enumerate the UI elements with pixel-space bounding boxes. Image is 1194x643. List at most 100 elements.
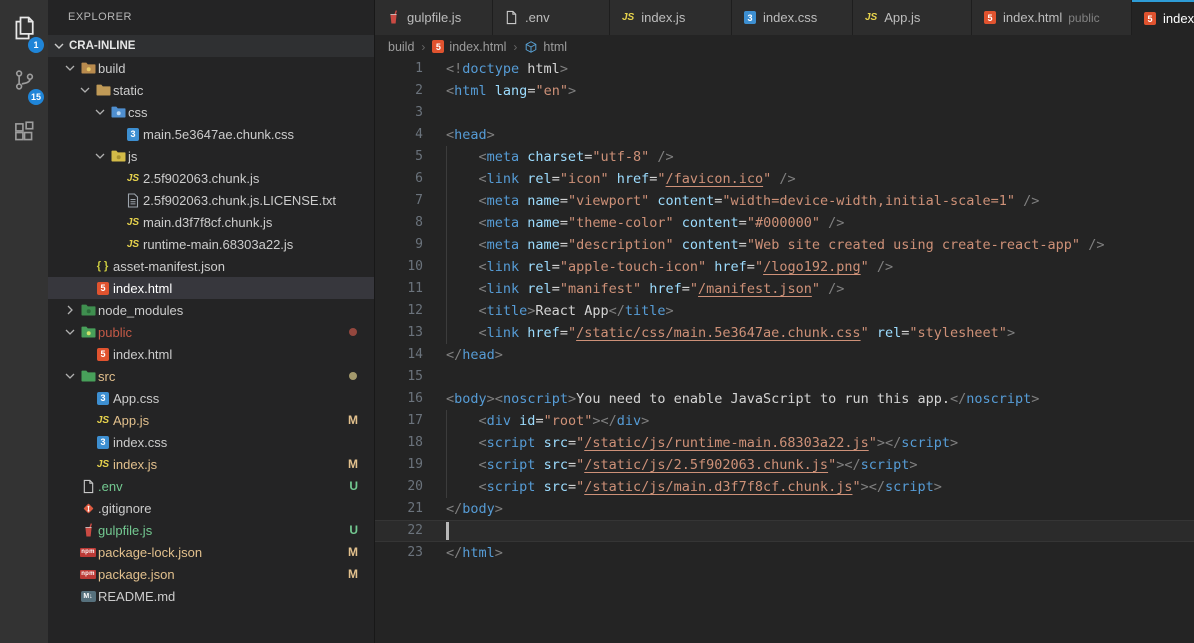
code-line-14[interactable]: 14</head> [375,344,1194,366]
tree-item-gulpfile.js[interactable]: gulpfile.jsU [48,519,374,541]
tab-app.js[interactable]: JSApp.js [853,0,972,35]
code-line-15[interactable]: 15 [375,366,1194,388]
code-editor[interactable]: 1<!doctype html>2<html lang="en">34<head… [375,58,1194,643]
tree-item-index.html[interactable]: 5index.html [48,343,374,365]
code-line-6[interactable]: 6 <link rel="icon" href="/favicon.ico" /… [375,168,1194,190]
tab-index.html[interactable]: 5index.htmlpublic [972,0,1132,35]
indent-guide [446,146,447,168]
tree-item-label: App.css [113,391,193,406]
tree-item-public[interactable]: public [48,321,374,343]
indent-guide [446,234,447,256]
chevron-down-icon [92,148,108,164]
src-folder-icon [78,368,98,384]
code-line-20[interactable]: 20 <script src="/static/js/main.d3f7f8cf… [375,476,1194,498]
code-line-22[interactable]: 22 [375,520,1194,542]
tree-item-css[interactable]: css [48,101,374,123]
code-line-8[interactable]: 8 <meta name="theme-color" content="#000… [375,212,1194,234]
js-icon: JS [123,173,143,184]
code-line-18[interactable]: 18 <script src="/static/js/runtime-main.… [375,432,1194,454]
code-line-7[interactable]: 7 <meta name="viewport" content="width=d… [375,190,1194,212]
extensions-activity-button[interactable] [0,108,48,160]
breadcrumb-item-index.html[interactable]: 5index.html [432,40,506,54]
code-line-5[interactable]: 5 <meta charset="utf-8" /> [375,146,1194,168]
code-line-12[interactable]: 12 <title>React App</title> [375,300,1194,322]
source-control-activity-button[interactable]: 15 [0,56,48,108]
tab-label: gulpfile.js [407,10,461,25]
tab-index[interactable]: 5index [1132,0,1194,35]
tree-item-app.js[interactable]: JSApp.jsM [48,409,374,431]
tree-item-index.css[interactable]: 3index.css [48,431,374,453]
chevron-down-icon [62,368,78,384]
tree-item-2.5f902063.chunk.js.license.txt[interactable]: 2.5f902063.chunk.js.LICENSE.txt [48,189,374,211]
code-line-11[interactable]: 11 <link rel="manifest" href="/manifest.… [375,278,1194,300]
line-number: 16 [375,388,423,410]
tree-item-2.5f902063.chunk.js[interactable]: JS2.5f902063.chunk.js [48,167,374,189]
tree-item-asset-manifest.json[interactable]: { }asset-manifest.json [48,255,374,277]
code-line-17[interactable]: 17 <div id="root"></div> [375,410,1194,432]
tree-item-label: gulpfile.js [98,523,186,538]
tree-item-package.json[interactable]: npmpackage.jsonM [48,563,374,585]
git-status-badge: M [348,457,358,471]
npm-icon: npm [78,570,98,579]
tree-item-.env[interactable]: .envU [48,475,374,497]
tree-item-label: index.js [113,457,191,472]
tab-folder-hint: public [1068,11,1099,25]
code-line-3[interactable]: 3 [375,102,1194,124]
indent-guide [446,300,447,322]
tree-item-main.5e3647ae.chunk.css[interactable]: 3main.5e3647ae.chunk.css [48,123,374,145]
project-root-label: CRA-INLINE [69,40,135,52]
tree-item-.gitignore[interactable]: .gitignore [48,497,374,519]
git-status-badge: M [348,413,358,427]
breadcrumb-item-build[interactable]: build [388,40,414,54]
tab-index.js[interactable]: JSindex.js [610,0,732,35]
indent-guide [446,190,447,212]
tree-item-label: css [128,105,182,120]
code-line-10[interactable]: 10 <link rel="apple-touch-icon" href="/l… [375,256,1194,278]
code-line-2[interactable]: 2<html lang="en"> [375,80,1194,102]
code-line-text [423,102,446,124]
tree-item-main.d3f7f8cf.chunk.js[interactable]: JSmain.d3f7f8cf.chunk.js [48,211,374,233]
breadcrumb-item-html[interactable]: html [524,40,567,54]
tree-item-label: index.html [113,281,206,296]
code-line-text: <!doctype html> [423,58,568,80]
code-line-4[interactable]: 4<head> [375,124,1194,146]
tree-item-package-lock.json[interactable]: npmpackage-lock.jsonM [48,541,374,563]
explorer-activity-button[interactable]: 1 [0,4,48,56]
code-line-23[interactable]: 23</html> [375,542,1194,564]
tab-index.css[interactable]: 3index.css [732,0,853,35]
code-line-text: </head> [423,344,503,366]
tree-item-label: runtime-main.68303a22.js [143,237,327,252]
line-number: 11 [375,278,423,300]
tree-item-runtime-main.68303a22.js[interactable]: JSruntime-main.68303a22.js [48,233,374,255]
code-line-text: <meta name="theme-color" content="#00000… [423,212,844,234]
tree-item-node-modules[interactable]: node_modules [48,299,374,321]
tree-item-static[interactable]: static [48,79,374,101]
tab-.env[interactable]: .env [493,0,610,35]
code-line-13[interactable]: 13 <link href="/static/css/main.5e3647ae… [375,322,1194,344]
tab-gulpfile.js[interactable]: gulpfile.js [375,0,493,35]
css3-icon: 3 [93,392,113,405]
tree-item-readme.md[interactable]: M↓README.md [48,585,374,607]
tree-item-src[interactable]: src [48,365,374,387]
code-line-21[interactable]: 21</body> [375,498,1194,520]
project-root-row[interactable]: CRA-INLINE [48,35,374,57]
indent-guide [446,454,447,476]
tree-item-index.html[interactable]: 5index.html [48,277,374,299]
code-line-1[interactable]: 1<!doctype html> [375,58,1194,80]
code-line-19[interactable]: 19 <script src="/static/js/2.5f902063.ch… [375,454,1194,476]
code-line-16[interactable]: 16<body><noscript>You need to enable Jav… [375,388,1194,410]
tree-item-index.js[interactable]: JSindex.jsM [48,453,374,475]
code-line-9[interactable]: 9 <meta name="description" content="Web … [375,234,1194,256]
code-line-text: <body><noscript>You need to enable JavaS… [423,388,1039,410]
tree-item-app.css[interactable]: 3App.css [48,387,374,409]
breadcrumb-separator: › [513,40,517,54]
public-folder-icon [78,324,98,340]
tree-item-build[interactable]: build [48,57,374,79]
chevron-right-icon [62,302,78,318]
code-line-text: <script src="/static/js/runtime-main.683… [423,432,958,454]
html5-icon: 5 [93,348,113,361]
tree-item-js[interactable]: js [48,145,374,167]
js-icon: JS [93,415,113,426]
js-icon: JS [622,12,634,23]
css3-icon: 3 [123,128,143,141]
